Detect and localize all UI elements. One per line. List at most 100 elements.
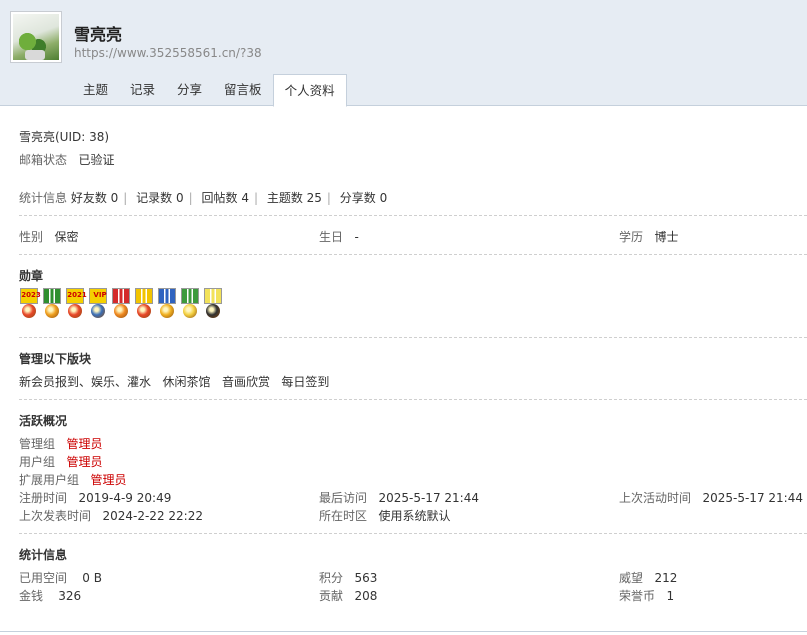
medal-ribbon: 2023 xyxy=(20,288,41,304)
space-row: 已用空间 0 B xyxy=(19,569,102,586)
stat-records[interactable]: 记录数 0 xyxy=(136,191,183,205)
user-group-row: 用户组 管理员 xyxy=(19,453,102,470)
tab-guestbook[interactable]: 留言板 xyxy=(213,74,273,106)
points-value: 563 xyxy=(354,571,378,585)
medal-vip-icon[interactable]: VIP xyxy=(88,288,108,322)
stat-shares[interactable]: 分享数 0 xyxy=(340,191,387,205)
medals-title: 勋章 xyxy=(19,269,44,283)
contribution-label: 贡献 xyxy=(319,589,344,603)
profile-url[interactable]: https://www.352558561.cn/?38 xyxy=(74,46,262,60)
last-post-row: 上次发表时间 2024-2-22 22:22 xyxy=(19,507,203,524)
register-time-value: 2019-4-9 20:49 xyxy=(78,491,172,505)
admin-group-row: 管理组 管理员 xyxy=(19,435,102,452)
ext-group-value[interactable]: 管理员 xyxy=(90,473,126,487)
stats-line: 统计信息 好友数 0 | 记录数 0 | 回帖数 4 | 主题数 25 | 分享数 0 xyxy=(19,191,388,205)
ext-group-label: 扩展用户组 xyxy=(19,473,80,487)
tab-shares[interactable]: 分享 xyxy=(166,74,213,106)
prestige-row: 威望 212 xyxy=(619,569,677,586)
medal-coin xyxy=(22,304,36,318)
board-link[interactable]: 每日签到 xyxy=(281,375,329,389)
honor-value: 1 xyxy=(666,589,675,603)
divider xyxy=(19,254,807,255)
medal-dark-coin-icon[interactable] xyxy=(203,288,223,322)
avatar[interactable] xyxy=(10,11,62,63)
medal-star-icon[interactable] xyxy=(180,288,200,322)
medal-ribbon: VIP xyxy=(89,288,107,304)
statistics-title: 统计信息 xyxy=(19,548,68,562)
medal-coin xyxy=(91,304,105,318)
tab-topics[interactable]: 主题 xyxy=(72,74,119,106)
gender-value: 保密 xyxy=(54,230,79,244)
medal-ribbon xyxy=(181,288,199,304)
email-status: 邮箱状态 已验证 xyxy=(19,151,114,168)
timezone-label: 所在时区 xyxy=(319,509,368,523)
contribution-value: 208 xyxy=(354,589,378,603)
managed-boards: 新会员报到、娱乐、灌水 休闲茶馆 音画欣赏 每日签到 xyxy=(19,373,329,390)
medal-2021-icon[interactable]: 2021 xyxy=(65,288,87,322)
user-group-label: 用户组 xyxy=(19,455,56,469)
ext-group-row: 扩展用户组 管理员 xyxy=(19,471,126,488)
medal-yellow-red-icon[interactable] xyxy=(134,288,154,322)
money-value: 326 xyxy=(58,589,82,603)
medal-2023-icon[interactable]: 2023 xyxy=(19,288,41,322)
medal-ribbon-text: 2021 xyxy=(67,291,87,299)
last-active-label: 上次活动时间 xyxy=(619,491,692,505)
space-value: 0 B xyxy=(82,571,102,585)
stat-topics[interactable]: 主题数 25 xyxy=(267,191,322,205)
profile-username[interactable]: 雪亮亮 xyxy=(74,21,122,45)
medal-ribbon-text: 2023 xyxy=(21,291,41,299)
medal-ribbon xyxy=(112,288,130,304)
timezone-row: 所在时区 使用系统默认 xyxy=(319,507,450,524)
admin-group-value[interactable]: 管理员 xyxy=(66,437,102,451)
points-row: 积分 563 xyxy=(319,569,377,586)
space-label: 已用空间 xyxy=(19,571,68,585)
board-link[interactable]: 音画欣赏 xyxy=(222,375,270,389)
stat-friends[interactable]: 好友数 0 xyxy=(71,191,118,205)
medal-coin xyxy=(183,304,197,318)
medal-coin xyxy=(68,304,82,318)
medal-ribbon-text: VIP xyxy=(93,291,107,299)
register-time-row: 注册时间 2019-4-9 20:49 xyxy=(19,489,171,506)
medal-blue-icon[interactable] xyxy=(157,288,177,322)
medal-coin xyxy=(114,304,128,318)
medal-ribbon xyxy=(158,288,176,304)
divider xyxy=(19,533,807,534)
last-active-value: 2025-5-17 21:44 xyxy=(702,491,803,505)
last-active-row: 上次活动时间 2025-5-17 21:44 xyxy=(619,489,803,506)
timezone-value: 使用系统默认 xyxy=(378,509,451,523)
medal-coin xyxy=(160,304,174,318)
tab-profile[interactable]: 个人资料 xyxy=(272,74,347,107)
prestige-label: 威望 xyxy=(619,571,644,585)
medal-ribbon xyxy=(204,288,222,304)
tab-records[interactable]: 记录 xyxy=(119,74,166,106)
stat-replies[interactable]: 回帖数 4 xyxy=(202,191,249,205)
medal-red-white-icon[interactable] xyxy=(111,288,131,322)
money-label: 金钱 xyxy=(19,589,44,603)
medal-coin xyxy=(45,304,59,318)
stats-label: 统计信息 xyxy=(19,191,68,205)
bottom-rule xyxy=(0,631,807,632)
manage-title: 管理以下版块 xyxy=(19,352,92,366)
divider xyxy=(19,215,807,216)
medal-ribbon xyxy=(135,288,153,304)
birthday-row: 生日 - xyxy=(319,228,359,245)
medals-list: 2023 2021 VIP xyxy=(19,288,223,322)
divider xyxy=(19,399,807,400)
medal-green-red-icon[interactable] xyxy=(42,288,62,322)
gender-row: 性别 保密 xyxy=(19,228,78,245)
birthday-label: 生日 xyxy=(319,230,344,244)
activity-title: 活跃概况 xyxy=(19,414,68,428)
user-group-value[interactable]: 管理员 xyxy=(66,455,102,469)
birthday-value: - xyxy=(354,230,359,244)
divider xyxy=(19,337,807,338)
board-link[interactable]: 休闲茶馆 xyxy=(162,375,210,389)
medal-coin xyxy=(137,304,151,318)
board-link[interactable]: 新会员报到、娱乐、灌水 xyxy=(19,375,151,389)
prestige-value: 212 xyxy=(654,571,678,585)
medal-ribbon: 2021 xyxy=(66,288,87,304)
honor-row: 荣誉币 1 xyxy=(619,587,674,604)
medal-coin xyxy=(206,304,220,318)
education-label: 学历 xyxy=(619,230,644,244)
email-status-value: 已验证 xyxy=(78,153,115,167)
last-post-label: 上次发表时间 xyxy=(19,509,92,523)
